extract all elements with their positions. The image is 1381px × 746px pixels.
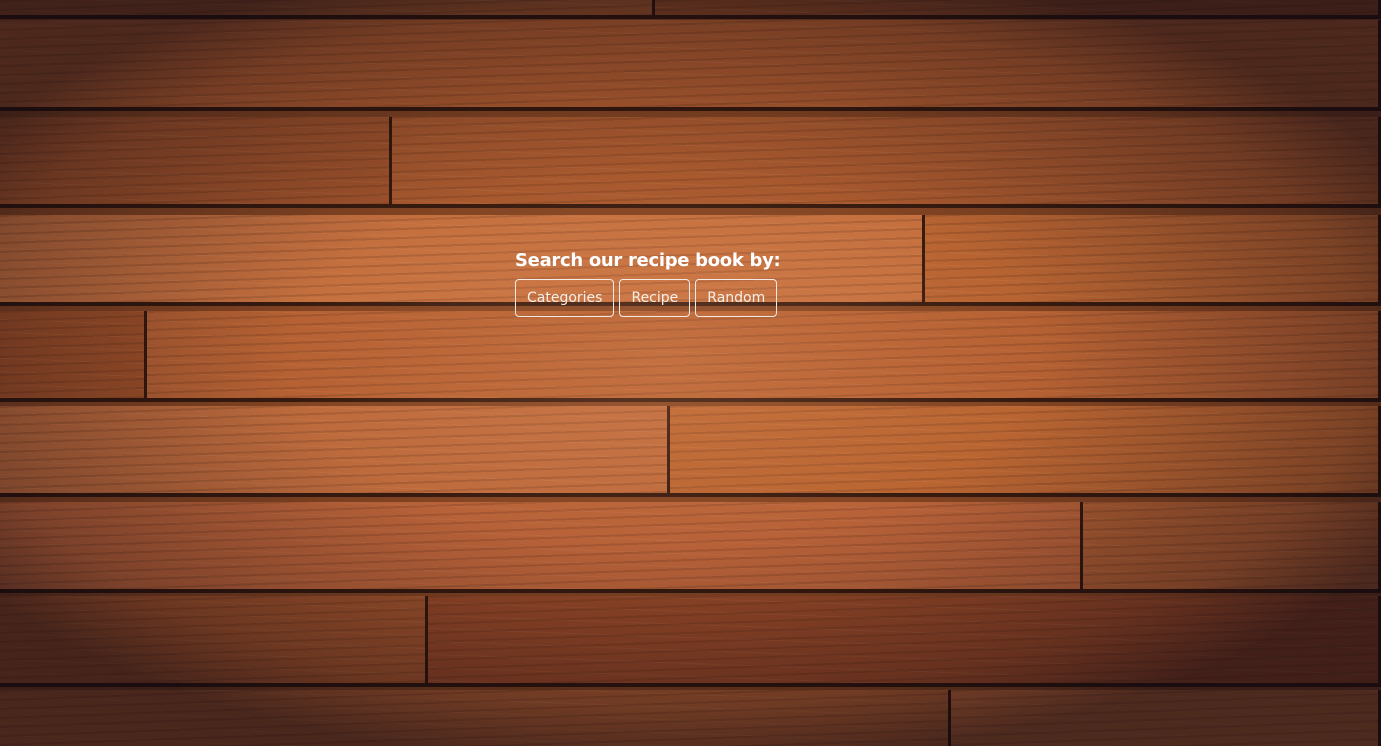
wood-plank bbox=[1083, 502, 1381, 593]
wood-plank bbox=[0, 20, 1381, 111]
wood-plank bbox=[655, 0, 1381, 19]
wood-plank bbox=[670, 406, 1381, 497]
wood-plank bbox=[951, 690, 1381, 746]
search-button-group: Categories Recipe Random bbox=[515, 279, 780, 317]
wood-plank bbox=[0, 502, 1083, 593]
wood-plank bbox=[392, 117, 1381, 208]
wood-background bbox=[0, 0, 1381, 746]
wood-plank bbox=[428, 596, 1381, 687]
categories-button[interactable]: Categories bbox=[515, 279, 615, 317]
wood-plank bbox=[0, 596, 428, 687]
search-heading: Search our recipe book by: bbox=[515, 250, 781, 271]
wood-plank bbox=[0, 406, 670, 497]
random-button[interactable]: Random bbox=[695, 279, 778, 317]
wood-plank bbox=[0, 0, 655, 19]
recipe-button[interactable]: Recipe bbox=[619, 279, 691, 317]
wood-plank bbox=[0, 690, 951, 746]
wood-plank bbox=[0, 215, 925, 306]
wood-plank bbox=[925, 215, 1381, 306]
wood-plank bbox=[0, 311, 147, 402]
wood-plank bbox=[0, 117, 392, 208]
search-panel: Search our recipe book by: Categories Re… bbox=[515, 250, 781, 317]
wood-plank bbox=[147, 311, 1381, 402]
